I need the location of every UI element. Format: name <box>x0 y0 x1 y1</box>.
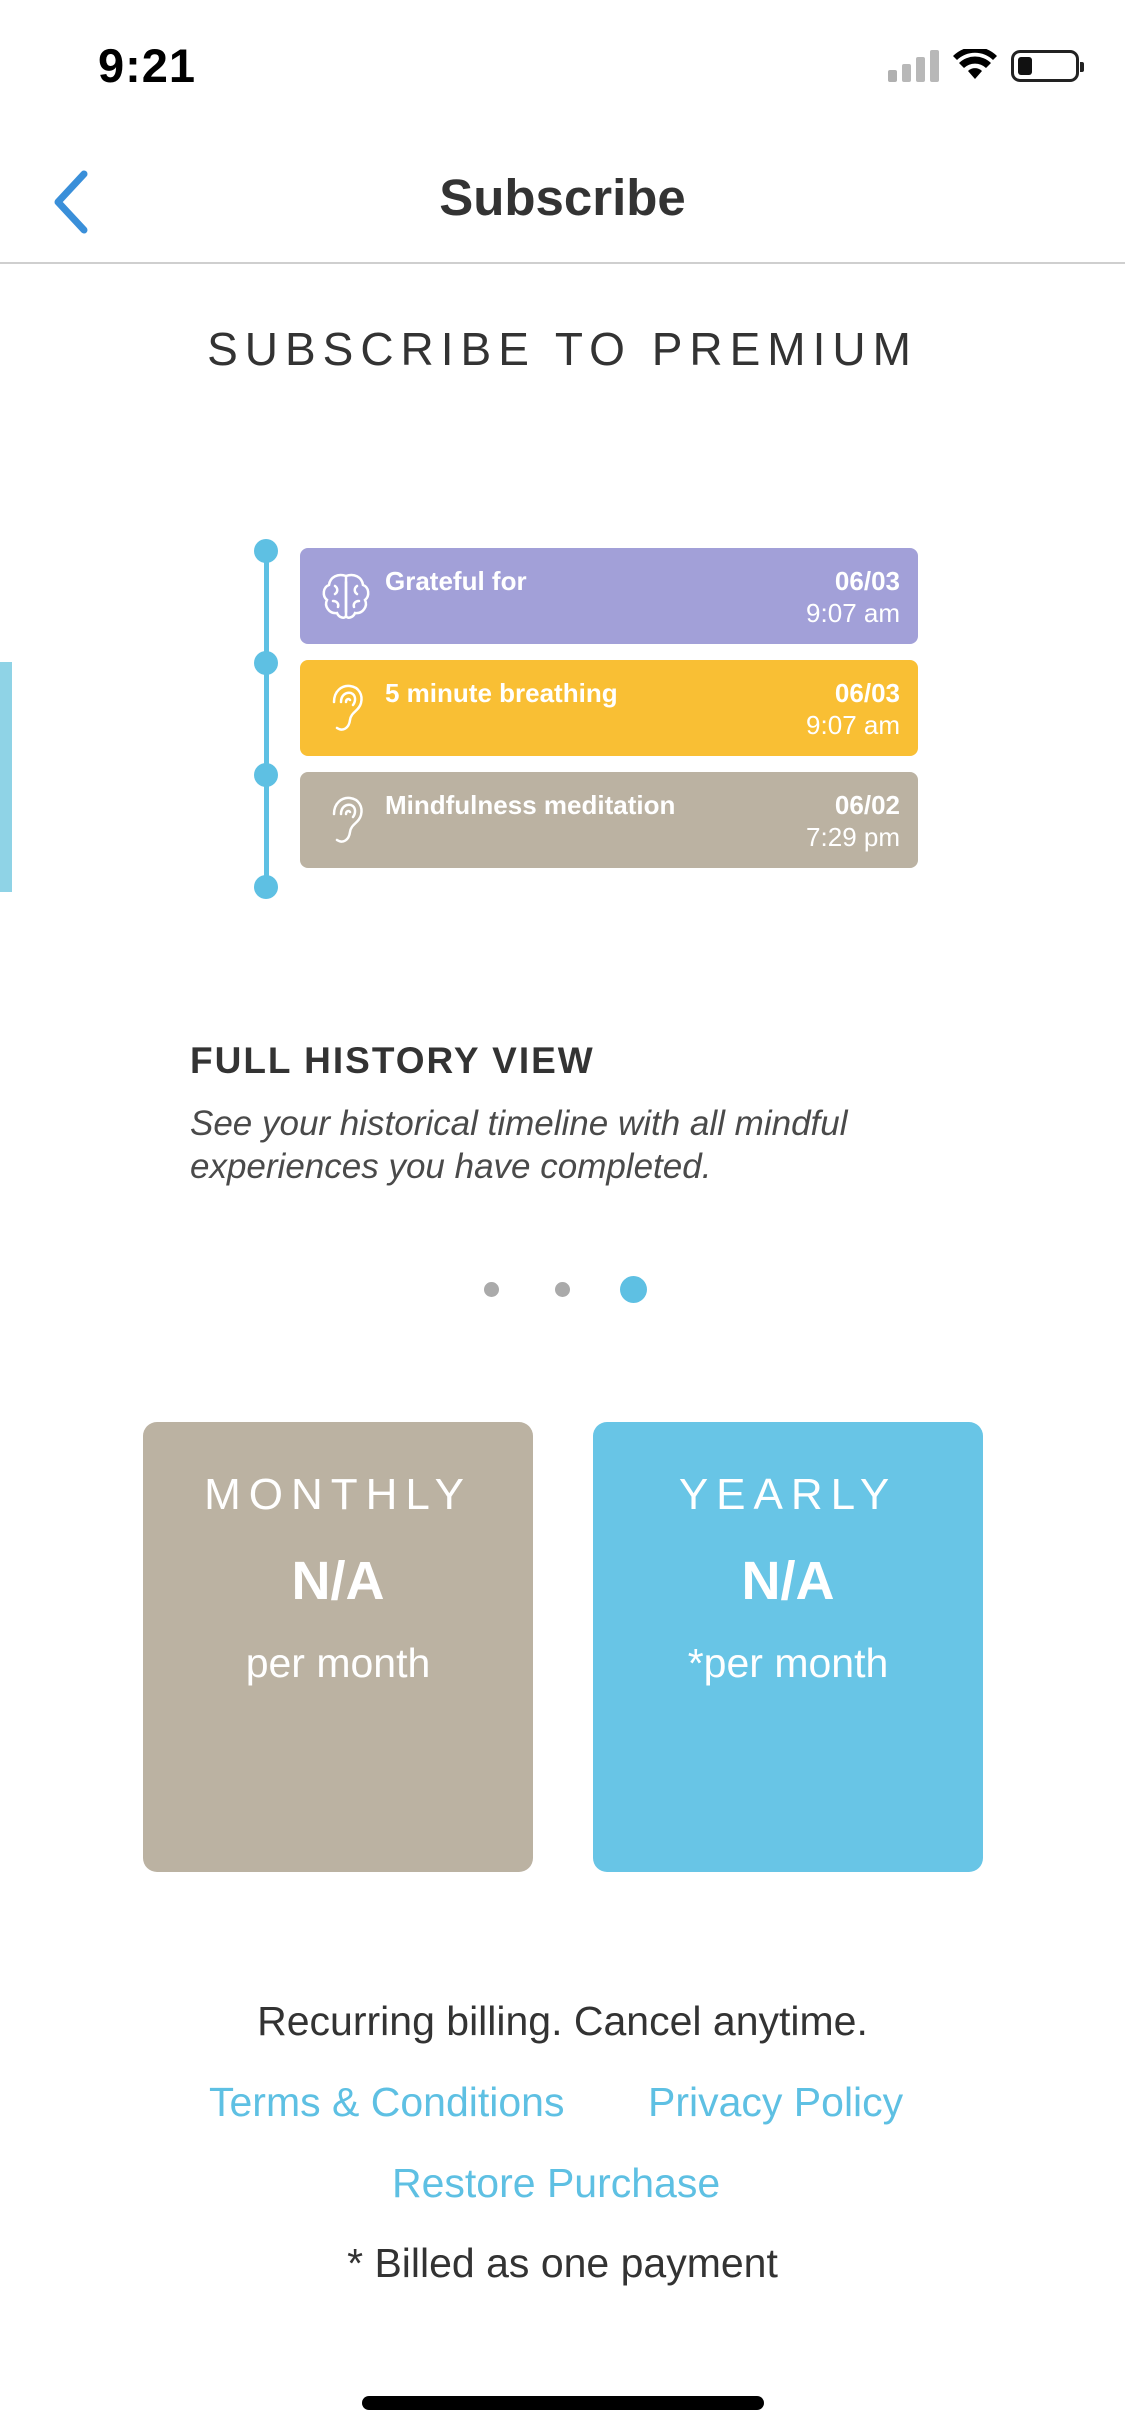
navigation-bar: Subscribe <box>0 140 1125 264</box>
timeline-card-grateful: Grateful for 06/03 9:07 am <box>300 548 918 644</box>
feature-description: See your historical timeline with all mi… <box>190 1104 848 1186</box>
restore-purchase-link[interactable]: Restore Purchase <box>392 2160 720 2207</box>
terms-link[interactable]: Terms & Conditions <box>209 2079 564 2126</box>
premium-heading: SUBSCRIBE TO PREMIUM <box>207 323 918 375</box>
timeline-card-time: 9:07 am <box>806 710 900 740</box>
plan-unit: per month <box>245 1640 431 1686</box>
timeline-line <box>264 548 269 888</box>
privacy-policy-link[interactable]: Privacy Policy <box>648 2079 903 2126</box>
page-title: Subscribe <box>439 169 686 226</box>
timeline-card-meditation: Mindfulness meditation 06/02 7:29 pm <box>300 772 918 868</box>
plan-name: YEARLY <box>678 1470 898 1519</box>
timeline-dot <box>254 539 278 563</box>
home-indicator[interactable] <box>362 2396 764 2410</box>
page-dot[interactable] <box>484 1282 499 1297</box>
timeline-card-date: 06/02 <box>834 790 900 820</box>
page-dot-active[interactable] <box>620 1276 647 1303</box>
timeline-card-breathing: 5 minute breathing 06/03 9:07 am <box>300 660 918 756</box>
battery-icon <box>1011 50 1084 82</box>
timeline-dot <box>254 875 278 899</box>
timeline-dot <box>254 763 278 787</box>
timeline-card-title: Grateful for <box>385 566 527 596</box>
timeline-card-date: 06/03 <box>834 678 900 708</box>
feature-title: FULL HISTORY VIEW <box>190 1040 595 1081</box>
brain-icon <box>322 573 370 619</box>
status-time: 9:21 <box>98 39 197 92</box>
plan-unit: *per month <box>687 1640 889 1686</box>
timeline-dot <box>254 651 278 675</box>
wifi-icon <box>953 49 997 79</box>
monthly-plan-button[interactable]: MONTHLY N/A per month <box>143 1422 533 1872</box>
plan-name: MONTHLY <box>204 1470 472 1519</box>
status-icons <box>888 46 1084 86</box>
billing-note: Recurring billing. Cancel anytime. <box>257 1998 868 2044</box>
timeline-card-title: 5 minute breathing <box>385 678 618 708</box>
timeline-card-title: Mindfulness meditation <box>385 790 676 820</box>
cellular-signal-icon <box>888 50 939 82</box>
ear-icon <box>332 796 363 843</box>
billing-footnote: * Billed as one payment <box>347 2240 778 2286</box>
plan-price: N/A <box>291 1551 385 1611</box>
timeline-card-time: 7:29 pm <box>806 822 900 852</box>
timeline-card-time: 9:07 am <box>806 598 900 628</box>
ear-icon <box>332 684 363 731</box>
plan-price: N/A <box>741 1551 835 1611</box>
page-dot[interactable] <box>555 1282 570 1297</box>
previous-slide-edge <box>0 662 12 892</box>
yearly-plan-button[interactable]: YEARLY N/A *per month <box>593 1422 983 1872</box>
timeline-card-date: 06/03 <box>834 566 900 596</box>
